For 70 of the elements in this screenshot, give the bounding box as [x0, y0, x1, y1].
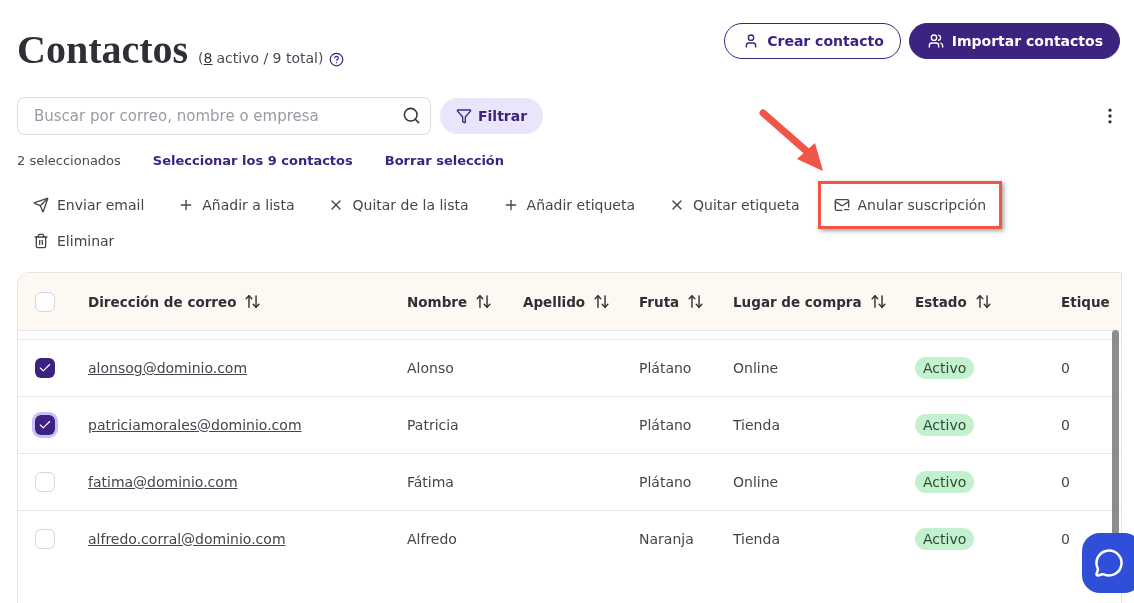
row-checkbox[interactable]: [35, 472, 55, 492]
search-field[interactable]: Buscar por correo, nombre o empresa: [17, 97, 431, 135]
import-button[interactable]: Importar contactos: [908, 23, 1120, 59]
email-link[interactable]: fatima@dominio.com: [88, 474, 238, 490]
help-icon[interactable]: [329, 51, 345, 67]
table-cell: Fátima: [407, 474, 454, 490]
table-cell: Patricia: [407, 417, 459, 433]
bulk-action-button[interactable]: Añadir a lista: [178, 194, 295, 216]
column-header[interactable]: Dirección de correo: [88, 293, 237, 310]
row-checkbox[interactable]: [35, 415, 55, 435]
bulk-action-button[interactable]: Añadir etiqueta: [502, 194, 635, 216]
sort-icon[interactable]: [244, 293, 262, 310]
select-all-checkbox[interactable]: [35, 291, 55, 312]
bulk-action-button[interactable]: Anular suscripción: [833, 194, 987, 216]
bulk-action-button[interactable]: Eliminar: [33, 230, 115, 252]
column-header[interactable]: Nombre: [407, 293, 468, 310]
row-checkbox[interactable]: [35, 529, 55, 549]
check-icon: [38, 418, 52, 432]
bulk-action-button[interactable]: Quitar de la lista: [328, 194, 469, 216]
column-header[interactable]: Fruta: [639, 293, 680, 310]
sort-icon[interactable]: [974, 293, 992, 310]
sort-icon[interactable]: [869, 293, 887, 310]
contact-count: (8 activo / 9 total): [198, 50, 345, 67]
status-badge: Activo: [915, 357, 975, 379]
table-cell: Naranja: [639, 531, 694, 547]
table-cell: 0: [1061, 531, 1070, 547]
status-badge: Activo: [915, 414, 975, 436]
table-cell: Alfredo: [407, 531, 457, 547]
table-cell: Tienda: [733, 417, 780, 433]
table-cell: Online: [733, 360, 779, 376]
table-cell: Alonso: [407, 360, 454, 376]
status-badge: Activo: [915, 471, 975, 493]
filter-icon: [456, 108, 472, 124]
table-cell: Online: [733, 474, 779, 490]
bulk-action-button[interactable]: Enviar email: [33, 194, 145, 216]
filter-button[interactable]: Filtrar: [440, 98, 544, 134]
send-icon: [33, 197, 49, 213]
chat-button[interactable]: [1082, 533, 1134, 593]
status-badge: Activo: [915, 528, 975, 550]
column-header[interactable]: Estado: [915, 293, 967, 310]
mail-minus-icon: [833, 197, 850, 213]
column-header[interactable]: Lugar de compra: [733, 293, 862, 310]
column-header[interactable]: Etique: [1061, 293, 1110, 310]
table-cell: Plátano: [639, 474, 692, 490]
email-link[interactable]: alonsog@dominio.com: [88, 360, 248, 376]
selection-count: 2 seleccionados: [17, 152, 121, 168]
sort-icon[interactable]: [687, 293, 705, 310]
sort-icon[interactable]: [593, 293, 611, 310]
email-link[interactable]: alfredo.corral@dominio.com: [88, 531, 286, 547]
table-cell: 0: [1061, 417, 1070, 433]
email-link[interactable]: patriciamorales@dominio.com: [88, 417, 302, 433]
trash-icon: [33, 233, 49, 249]
check-icon: [38, 361, 52, 375]
create-button[interactable]: Crear contacto: [724, 23, 901, 59]
page-title: Contactos: [17, 26, 189, 73]
selection-link[interactable]: Borrar selección: [384, 152, 505, 168]
table-cell: Plátano: [639, 360, 692, 376]
active-count-link[interactable]: 8: [203, 50, 213, 66]
selection-link[interactable]: Seleccionar los 9 contactos: [152, 152, 353, 168]
table-cell: Plátano: [639, 417, 692, 433]
sort-icon[interactable]: [475, 293, 493, 310]
bulk-action-button[interactable]: Quitar etiqueta: [669, 194, 800, 216]
row-checkbox[interactable]: [35, 358, 55, 378]
column-header[interactable]: Apellido: [523, 293, 586, 310]
search-icon: [402, 106, 421, 125]
users-icon: [927, 33, 944, 49]
chat-icon: [1094, 548, 1124, 578]
table-cell: 0: [1061, 360, 1070, 376]
table-cell: Tienda: [733, 531, 780, 547]
table-cell: 0: [1061, 474, 1070, 490]
